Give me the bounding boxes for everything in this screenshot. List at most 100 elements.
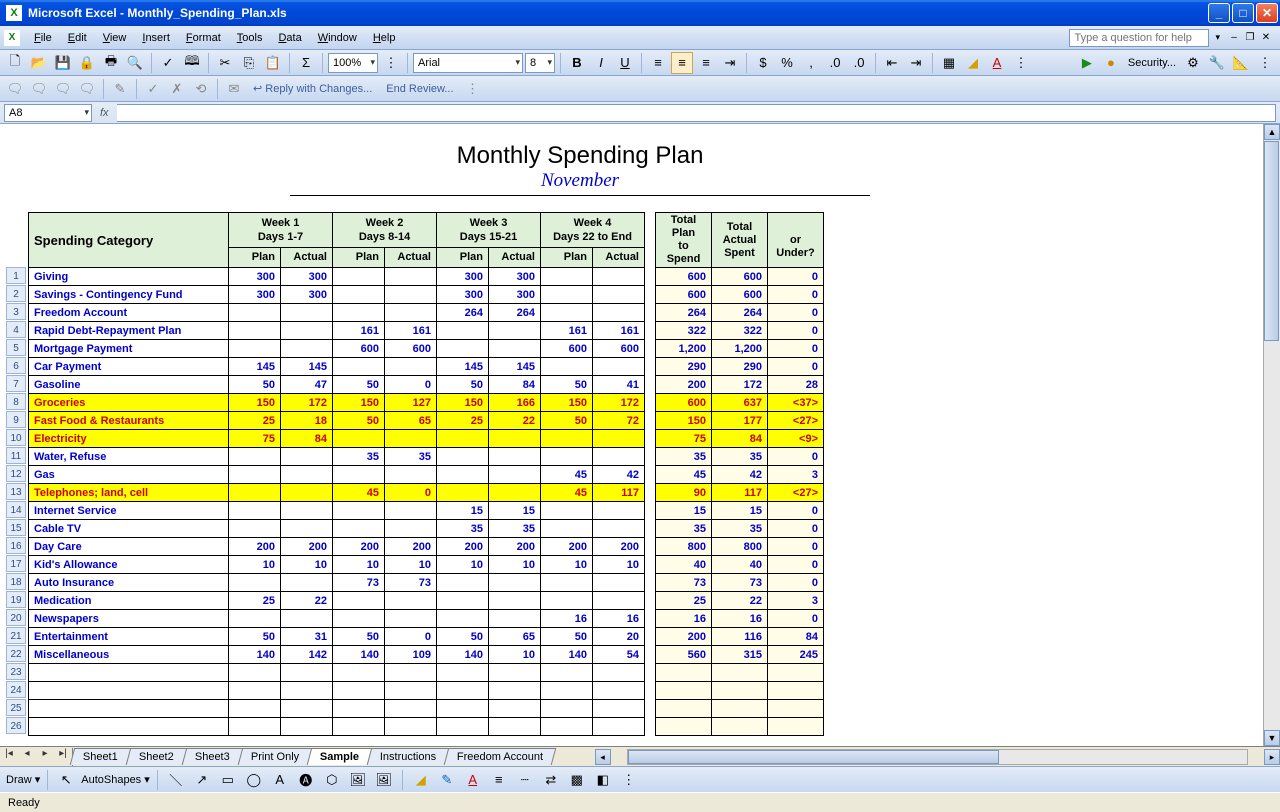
row-header[interactable]: 3 — [6, 303, 26, 320]
cell[interactable]: 161 — [541, 322, 593, 340]
cell[interactable]: 0 — [768, 574, 824, 592]
cell[interactable] — [385, 286, 437, 304]
menu-help[interactable]: Help — [365, 29, 404, 47]
cell[interactable] — [437, 448, 489, 466]
comma-icon[interactable]: , — [800, 52, 822, 74]
cell[interactable]: 150 — [333, 394, 385, 412]
cell[interactable]: Gasoline — [29, 376, 229, 394]
underline-icon[interactable]: U — [614, 52, 636, 74]
cell[interactable]: Mortgage Payment — [29, 340, 229, 358]
cell[interactable]: Cable TV — [29, 520, 229, 538]
cell[interactable] — [229, 574, 281, 592]
table-row[interactable]: Water, Refuse353535350 — [29, 448, 824, 466]
cell[interactable]: 300 — [489, 286, 541, 304]
cell[interactable]: Plan — [229, 247, 281, 267]
cell[interactable]: Day Care — [29, 538, 229, 556]
cell[interactable]: 140 — [333, 646, 385, 664]
new-comment-icon[interactable]: 🗨 — [4, 78, 26, 100]
design-mode-icon[interactable]: 📐 — [1230, 52, 1252, 74]
cell[interactable]: 84 — [712, 430, 768, 448]
cell[interactable] — [281, 520, 333, 538]
cell[interactable] — [229, 718, 281, 736]
cell[interactable]: 50 — [333, 628, 385, 646]
cell[interactable]: 300 — [281, 268, 333, 286]
cell[interactable]: 35 — [712, 448, 768, 466]
cell[interactable]: 264 — [712, 304, 768, 322]
vertical-scrollbar[interactable]: ▲ ▼ — [1263, 124, 1280, 746]
cell[interactable] — [437, 322, 489, 340]
table-row[interactable]: Telephones; land, cell4504511790117<27> — [29, 484, 824, 502]
cell[interactable]: 600 — [385, 340, 437, 358]
cell[interactable] — [593, 718, 645, 736]
cell[interactable] — [645, 394, 656, 412]
cell[interactable]: 0 — [768, 502, 824, 520]
cell[interactable] — [437, 574, 489, 592]
cell[interactable] — [229, 466, 281, 484]
cell[interactable]: 18 — [281, 412, 333, 430]
cell[interactable] — [437, 610, 489, 628]
cell[interactable] — [541, 448, 593, 466]
cell[interactable]: 145 — [281, 358, 333, 376]
cell[interactable]: 22 — [281, 592, 333, 610]
cell[interactable]: Actual — [489, 247, 541, 267]
table-row[interactable]: Medication252225223 — [29, 592, 824, 610]
cell[interactable] — [541, 358, 593, 376]
menu-insert[interactable]: Insert — [134, 29, 178, 47]
cell[interactable]: 35 — [489, 520, 541, 538]
vba-icon[interactable]: ⚙ — [1182, 52, 1204, 74]
table-row[interactable]: Day Care2002002002002002002002008008000 — [29, 538, 824, 556]
table-row[interactable]: Savings - Contingency Fund30030030030060… — [29, 286, 824, 304]
cell[interactable]: 600 — [712, 268, 768, 286]
print-icon[interactable]: 🖶 — [100, 52, 122, 74]
cell[interactable]: 300 — [281, 286, 333, 304]
cell[interactable] — [385, 718, 437, 736]
cell[interactable] — [645, 574, 656, 592]
cell[interactable]: 117 — [593, 484, 645, 502]
cell[interactable]: 50 — [229, 628, 281, 646]
cell[interactable] — [281, 448, 333, 466]
cell[interactable] — [593, 268, 645, 286]
cell[interactable]: 600 — [712, 286, 768, 304]
cell[interactable] — [645, 412, 656, 430]
cell[interactable]: 25 — [656, 592, 712, 610]
row-header[interactable]: 22 — [6, 645, 26, 662]
row-header[interactable]: 16 — [6, 537, 26, 554]
cell[interactable]: Actual — [385, 247, 437, 267]
cell[interactable] — [29, 664, 229, 682]
cell[interactable]: 25 — [229, 412, 281, 430]
scroll-up-icon[interactable]: ▲ — [1264, 124, 1280, 140]
cell[interactable]: 20 — [593, 628, 645, 646]
cell[interactable]: 315 — [712, 646, 768, 664]
first-sheet-icon[interactable]: |◂ — [0, 748, 18, 766]
cell[interactable]: 16 — [541, 610, 593, 628]
table-row[interactable]: Auto Insurance737373730 — [29, 574, 824, 592]
menu-format[interactable]: Format — [178, 29, 229, 47]
cell[interactable]: 0 — [385, 628, 437, 646]
cell[interactable]: 31 — [281, 628, 333, 646]
cell[interactable]: 40 — [712, 556, 768, 574]
row-header[interactable]: 5 — [6, 339, 26, 356]
cell[interactable] — [541, 682, 593, 700]
cell[interactable]: 73 — [333, 574, 385, 592]
fill-color-draw-icon[interactable]: ◢ — [410, 769, 432, 791]
doc-minimize-button[interactable]: – — [1226, 31, 1242, 45]
cell[interactable]: 1,200 — [656, 340, 712, 358]
cell[interactable]: Groceries — [29, 394, 229, 412]
cell[interactable]: 84 — [281, 430, 333, 448]
toolbar-options-icon[interactable]: ⋮ — [618, 769, 640, 791]
cell[interactable]: 560 — [656, 646, 712, 664]
cell[interactable]: 10 — [385, 556, 437, 574]
cell[interactable]: Savings - Contingency Fund — [29, 286, 229, 304]
cell[interactable]: 300 — [229, 268, 281, 286]
autosum-icon[interactable]: Σ — [295, 52, 317, 74]
cell[interactable] — [385, 304, 437, 322]
cell[interactable] — [593, 502, 645, 520]
cell[interactable] — [229, 664, 281, 682]
cell[interactable] — [281, 304, 333, 322]
cell[interactable] — [541, 286, 593, 304]
cell[interactable]: 22 — [712, 592, 768, 610]
cell[interactable]: Kid's Allowance — [29, 556, 229, 574]
cell[interactable]: 41 — [593, 376, 645, 394]
cell[interactable]: 142 — [281, 646, 333, 664]
cell[interactable]: 600 — [333, 340, 385, 358]
